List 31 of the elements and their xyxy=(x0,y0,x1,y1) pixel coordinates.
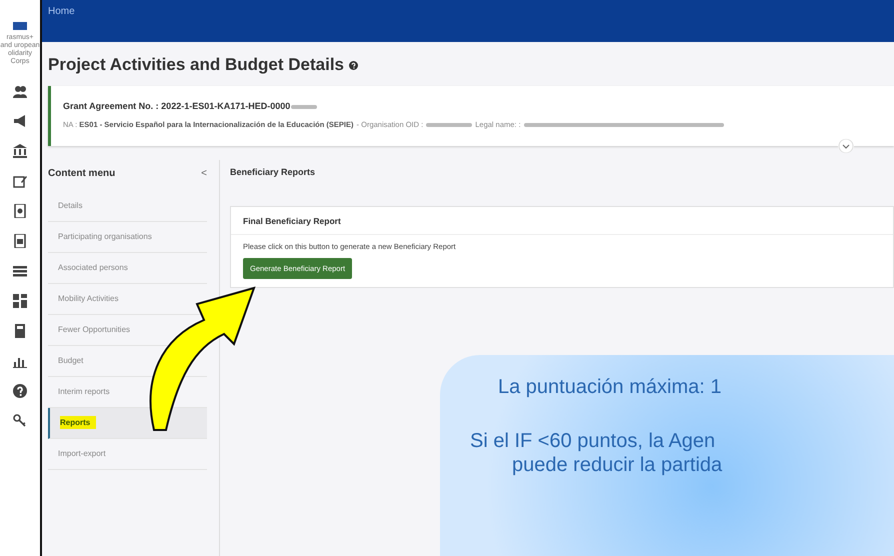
help-icon[interactable] xyxy=(13,384,27,398)
help-icon[interactable] xyxy=(348,61,358,70)
expand-icon[interactable] xyxy=(838,139,854,154)
grid-icon[interactable] xyxy=(13,294,27,308)
grant-number: Grant Agreement No. : 2022-1-ES01-KA171-HED-0000 xyxy=(63,100,290,110)
menu-item[interactable]: Associated persons xyxy=(48,253,207,284)
content-menu-title: Content menu xyxy=(48,167,116,182)
menu-item[interactable]: Reports xyxy=(48,408,207,440)
book-icon[interactable] xyxy=(13,324,27,338)
page-title: Project Activities and Budget Details xyxy=(48,55,344,74)
bank-icon[interactable] xyxy=(13,144,27,158)
megaphone-icon[interactable] xyxy=(13,114,27,128)
logo-icon xyxy=(13,22,27,30)
callout-text: La puntuación máxima: 1 xyxy=(498,375,722,399)
people-icon[interactable] xyxy=(13,84,27,98)
keys-icon[interactable] xyxy=(13,414,27,428)
list-icon[interactable] xyxy=(13,264,27,278)
card-title: Final Beneficiary Report xyxy=(231,206,893,234)
menu-item[interactable]: Details xyxy=(48,191,207,222)
document-icon[interactable] xyxy=(13,204,27,218)
callout-text: Si el IF <60 puntos, la Agen xyxy=(470,429,716,453)
breadcrumb-link[interactable]: Home xyxy=(48,6,75,17)
collapse-button[interactable]: < xyxy=(201,166,207,182)
redacted-text xyxy=(291,104,318,108)
document-icon[interactable] xyxy=(13,234,27,248)
edit-icon[interactable] xyxy=(13,174,27,188)
section-title: Beneficiary Reports xyxy=(230,166,316,180)
callout-text: puede reducir la partida xyxy=(512,453,722,477)
redacted-text xyxy=(426,122,472,127)
menu-item[interactable]: Participating organisations xyxy=(48,222,207,254)
menu-item[interactable]: Import-export xyxy=(48,439,207,470)
